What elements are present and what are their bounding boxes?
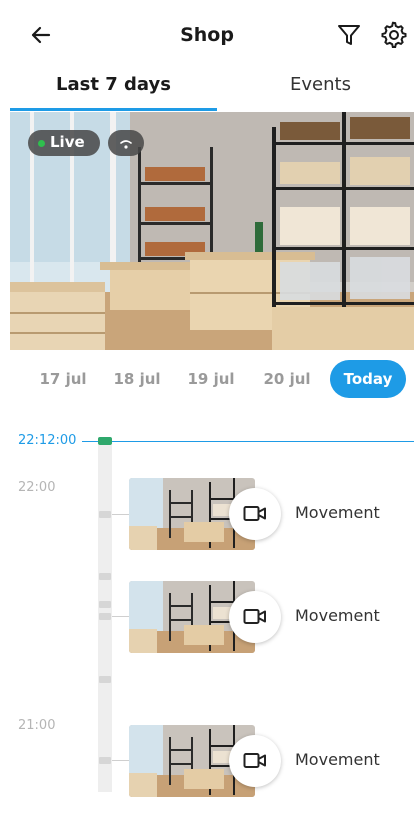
filter-icon[interactable] — [336, 22, 362, 48]
app-header: Shop — [0, 0, 414, 70]
timeline-tick — [99, 757, 111, 764]
event-label: Movement — [295, 606, 380, 625]
timeline-tick — [99, 573, 111, 580]
video-camera-icon — [243, 609, 266, 624]
wifi-icon — [120, 140, 132, 149]
hour-label: 22:00 — [18, 480, 56, 495]
event-item[interactable]: Movement — [129, 478, 414, 550]
camera-live-view[interactable]: Live — [10, 112, 414, 350]
timeline-tick — [99, 676, 111, 683]
video-camera-icon — [243, 753, 266, 768]
event-timeline[interactable]: 22:12:00 22:00 21:00 Movement Movement M… — [0, 420, 414, 832]
date-17-jul[interactable]: 17 jul — [28, 360, 98, 398]
date-today[interactable]: Today — [330, 360, 406, 398]
tab-events[interactable]: Events — [217, 70, 414, 112]
live-indicator-dot — [38, 140, 45, 147]
timeline-tick — [99, 613, 111, 620]
date-selector: 17 jul 18 jul 19 jul 20 jul Today — [10, 360, 414, 398]
tab-bar: Last 7 days Events — [10, 70, 414, 112]
tab-last-7-days[interactable]: Last 7 days — [10, 70, 217, 112]
event-label: Movement — [295, 503, 380, 522]
event-label: Movement — [295, 750, 380, 769]
active-tab-indicator — [10, 108, 217, 111]
connection-badge — [108, 130, 144, 156]
current-time-marker[interactable] — [98, 437, 112, 445]
live-label: Live — [50, 133, 85, 151]
current-time-label: 22:12:00 — [18, 433, 77, 448]
current-time-line — [112, 441, 414, 442]
gear-icon[interactable] — [379, 21, 407, 49]
play-event-button[interactable] — [229, 591, 281, 643]
event-item[interactable]: Movement — [129, 725, 414, 797]
video-camera-icon — [243, 506, 266, 521]
hour-label: 21:00 — [18, 718, 56, 733]
date-18-jul[interactable]: 18 jul — [102, 360, 172, 398]
play-event-button[interactable] — [229, 735, 281, 787]
date-20-jul[interactable]: 20 jul — [252, 360, 322, 398]
timeline-tick — [99, 601, 111, 608]
event-item[interactable]: Movement — [129, 581, 414, 653]
live-badge: Live — [28, 130, 100, 156]
date-19-jul[interactable]: 19 jul — [176, 360, 246, 398]
timeline-tick — [99, 511, 111, 518]
play-event-button[interactable] — [229, 488, 281, 540]
current-time-line — [82, 441, 98, 442]
